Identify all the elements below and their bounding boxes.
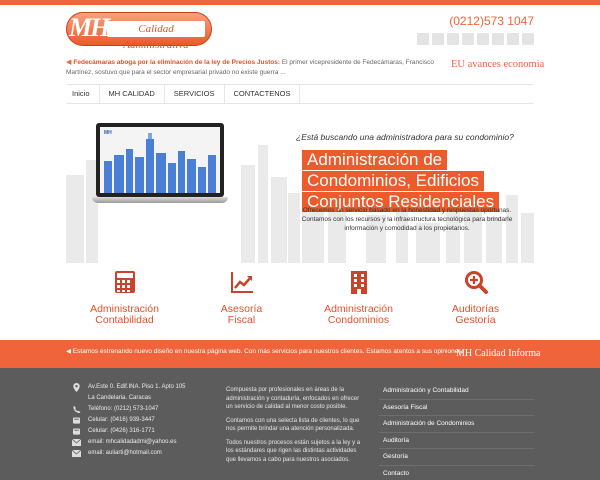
- footer-link-contacto[interactable]: Contacto: [379, 466, 535, 480]
- phone-icon: [73, 406, 81, 413]
- service-asesoria-fiscal[interactable]: Asesoría Fiscal: [183, 270, 300, 326]
- news-headline[interactable]: Fedecámaras aboga por la eliminación de …: [73, 59, 280, 66]
- logo-text: Calidad Administrativa: [107, 21, 205, 51]
- envelope-icon: [72, 439, 81, 446]
- linkedin-icon[interactable]: [507, 33, 519, 45]
- service-label-line2: Condominios: [327, 314, 390, 326]
- contact-item: Teléfono: (0212) 573-1047: [72, 404, 186, 415]
- footer-link-auditoria[interactable]: Auditoría: [379, 433, 535, 449]
- header-phone: (0212)573 1047: [449, 14, 534, 28]
- contact-email[interactable]: email: auliarti@hotmail.com: [88, 450, 162, 456]
- service-label-line2: Gestoría: [455, 314, 496, 326]
- banner-description: Ofrecemos un servicio basado en la hones…: [301, 207, 513, 232]
- search-plus-icon: [464, 270, 488, 294]
- site-logo[interactable]: MH Calidad Administrativa: [66, 12, 212, 51]
- about-paragraph: Contamos con una selecta lista de client…: [226, 417, 360, 433]
- promo-bar: ◀ Estamos estrenando nuevo diseño en nue…: [0, 340, 600, 368]
- service-label-line2: Fiscal: [227, 314, 256, 326]
- nav-item-contactenos[interactable]: Contactenos: [225, 85, 301, 103]
- footer-about: Compuesta por profesionales en áreas de …: [226, 386, 366, 469]
- envelope-icon: [72, 450, 81, 457]
- footer-link-gestoria[interactable]: Gestoría: [379, 449, 535, 466]
- promo-text: ◀ Estamos estrenando nuevo diseño en nue…: [66, 347, 463, 355]
- services-row: Administración Contabilidad Asesoría Fis…: [66, 270, 534, 336]
- googleplus-icon[interactable]: [492, 33, 504, 45]
- contact-city: La Candelaria. Caracas: [88, 395, 152, 401]
- ticker-arrow-icon: ◀: [66, 59, 72, 66]
- about-paragraph: Compuesta por profesionales en áreas de …: [226, 387, 360, 410]
- map-marker-icon: [73, 383, 80, 392]
- flickr-icon[interactable]: [462, 33, 474, 45]
- banner-title-line: Condominios, Edificios: [302, 171, 484, 191]
- nav-item-inicio[interactable]: Inicio: [66, 85, 100, 103]
- contact-address: Av.Este 0. Edif.INA. Piso 1. Apto 105: [88, 384, 186, 390]
- laptop-screen: MH: [96, 123, 224, 197]
- news-ticker: ◀ Fedecámaras aboga por la eliminación de…: [66, 58, 446, 78]
- calculator-icon: [113, 270, 137, 294]
- nav-item-servicios[interactable]: Servicios: [165, 85, 225, 103]
- vimeo-icon[interactable]: [432, 33, 444, 45]
- service-administracion-contabilidad[interactable]: Administración Contabilidad: [66, 270, 183, 326]
- contact-item: Celular: (0416) 939-3447: [72, 415, 186, 426]
- promo-arrow-icon: ◀: [66, 348, 73, 355]
- footer-link-asesoria-fiscal[interactable]: Asesoría Fiscal: [379, 400, 535, 416]
- service-auditorias-gestoria[interactable]: Auditorías Gestoría: [417, 270, 534, 326]
- contact-item[interactable]: email: auliarti@hotmail.com: [72, 448, 186, 459]
- promo-message: Estamos estrenando nuevo diseño en nuest…: [72, 348, 464, 355]
- contact-item[interactable]: email: mhcalidadadmi@yahoo.es: [72, 437, 186, 448]
- footer-link-administracion-condominios[interactable]: Administración de Condominios: [379, 416, 535, 433]
- chart-line-icon: [230, 270, 254, 294]
- contact-phone: Teléfono: (0212) 573-1047: [88, 406, 159, 412]
- service-label-line2: Contabilidad: [95, 314, 154, 326]
- news-side-title[interactable]: EU avances economia: [451, 59, 544, 70]
- laptop-base: [92, 197, 228, 203]
- social-icons: [417, 33, 534, 45]
- contact-item: La Candelaria. Caracas: [72, 393, 186, 404]
- footer-contact: Av.Este 0. Edif.INA. Piso 1. Apto 105 La…: [72, 382, 186, 459]
- banner-question: ¿Está buscando una administradora para s…: [296, 132, 514, 142]
- twitter-icon[interactable]: [417, 33, 429, 45]
- building-icon: [347, 270, 371, 294]
- service-administracion-condominios[interactable]: Administración Condominios: [300, 270, 417, 326]
- footer-links: Administración y Contabilidad Asesoría F…: [379, 383, 535, 480]
- contact-mobile: Celular: (0426) 316-1771: [88, 428, 155, 434]
- main-nav: Inicio MH Calidad Servicios Contactenos: [66, 84, 534, 104]
- contact-mobile: Celular: (0416) 939-3447: [88, 417, 155, 423]
- nav-item-mh-calidad[interactable]: MH Calidad: [100, 85, 165, 103]
- rss-icon[interactable]: [522, 33, 534, 45]
- hero-banner[interactable]: MH ¿Está buscando una administradora par…: [66, 105, 534, 263]
- laptop-illustration: MH: [92, 123, 228, 209]
- top-accent-bar: [0, 0, 600, 5]
- promo-title[interactable]: MH Calidad Informa: [456, 348, 540, 359]
- footer-link-administracion-contabilidad[interactable]: Administración y Contabilidad: [379, 383, 535, 400]
- contact-item: Celular: (0426) 316-1771: [72, 426, 186, 437]
- banner-title-line: Administración de: [302, 150, 448, 170]
- site-footer: Av.Este 0. Edif.INA. Piso 1. Apto 105 La…: [0, 368, 600, 480]
- logo-initials: MH: [69, 13, 110, 42]
- contact-email[interactable]: email: mhcalidadadmi@yahoo.es: [88, 439, 176, 445]
- contact-item: Av.Este 0. Edif.INA. Piso 1. Apto 105: [72, 382, 186, 393]
- about-paragraph: Todos nuestros procesos están sujetos a …: [226, 439, 361, 463]
- mobile-icon: [73, 428, 80, 435]
- mobile-icon: [73, 417, 80, 424]
- instagram-icon[interactable]: [477, 33, 489, 45]
- facebook-icon[interactable]: [447, 33, 459, 45]
